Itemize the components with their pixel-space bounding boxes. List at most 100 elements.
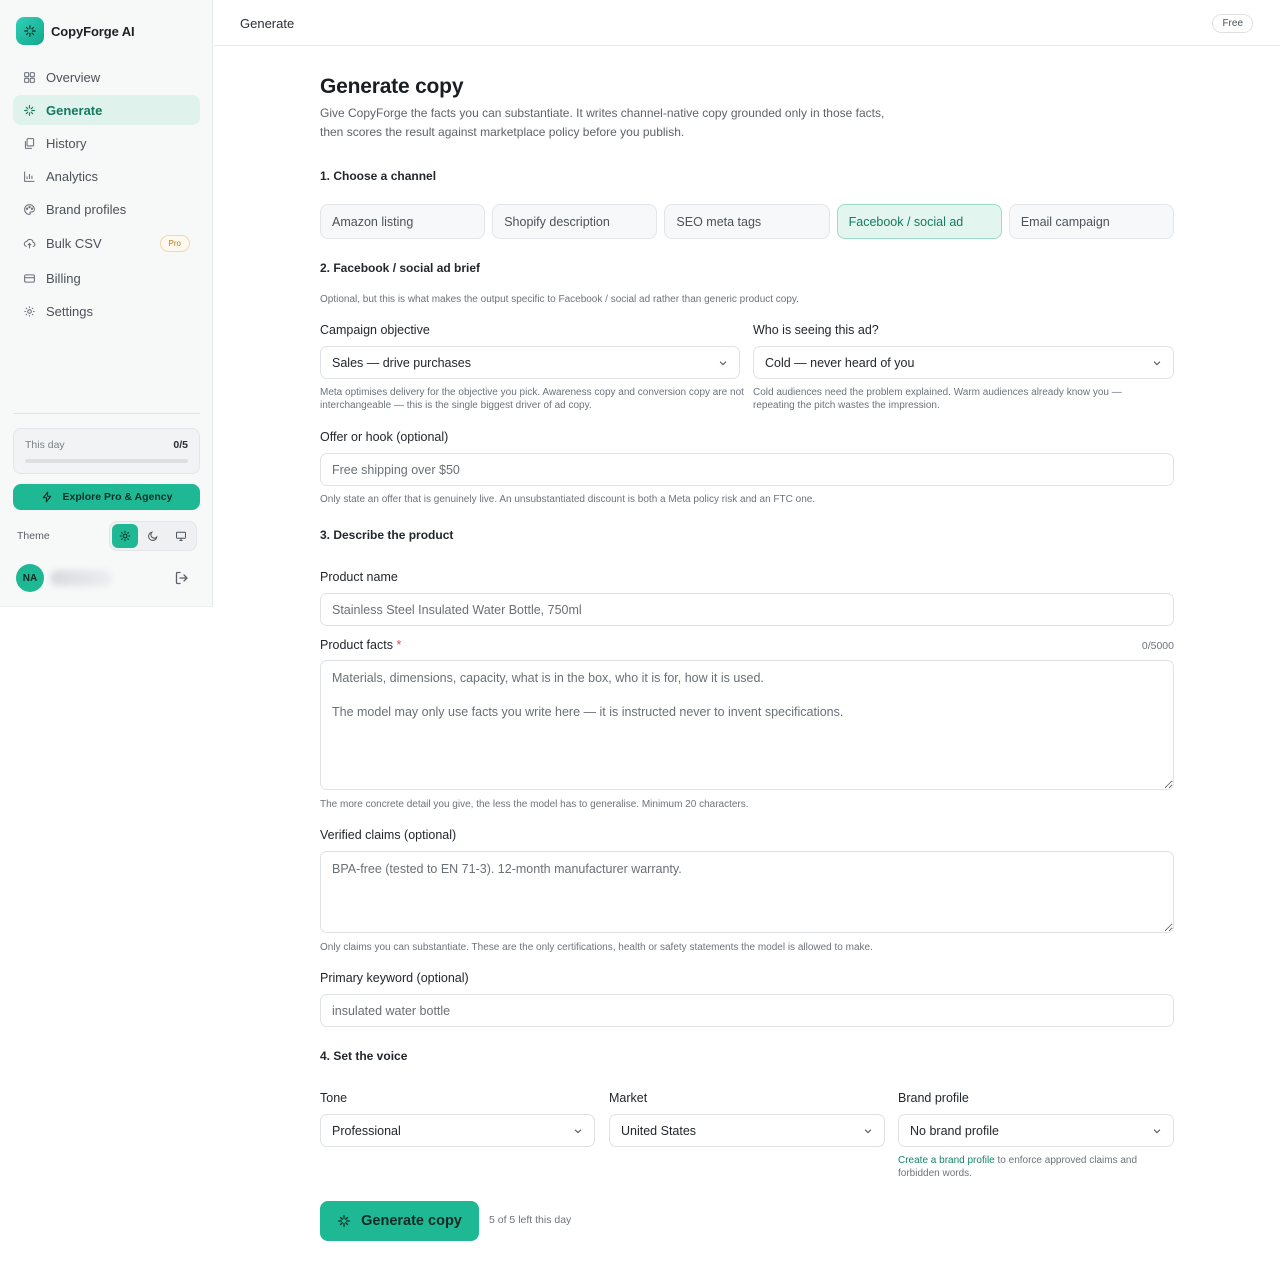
generate-copy-label: Generate copy xyxy=(361,1213,462,1229)
theme-switch xyxy=(109,521,197,551)
upgrade-button[interactable]: Explore Pro & Agency xyxy=(13,484,200,510)
theme-label: Theme xyxy=(17,530,50,542)
sidebar-item-label: History xyxy=(46,135,87,151)
product-facts-textarea[interactable] xyxy=(320,660,1174,790)
tone-value: Professional xyxy=(332,1123,401,1138)
brand-profile-help: Create a brand profile to enforce approv… xyxy=(898,1154,1168,1180)
sparkle-logo-icon xyxy=(16,17,44,45)
sparkle-icon xyxy=(24,104,35,116)
market-value: United States xyxy=(621,1123,697,1138)
market-label: Market xyxy=(609,1091,648,1105)
avatar[interactable]: NA xyxy=(16,564,44,592)
chevron-down-icon xyxy=(1153,361,1161,366)
credit-card-icon xyxy=(24,273,35,283)
user-name-redacted xyxy=(50,570,112,586)
campaign-objective-value: Sales — drive purchases xyxy=(332,355,471,370)
audience-value: Cold — never heard of you xyxy=(765,355,915,370)
sidebar-nav: Overview Generate History Analytics Bran… xyxy=(13,62,200,329)
keyword-input[interactable] xyxy=(320,994,1174,1027)
offer-help: Only state an offer that is genuinely li… xyxy=(320,494,816,505)
topbar: Generate Free xyxy=(214,0,1280,46)
theme-dark-button[interactable] xyxy=(140,524,166,548)
product-name-label: Product name xyxy=(320,570,398,584)
sidebar-item-label: Bulk CSV xyxy=(46,235,102,251)
sidebar-item-generate[interactable]: Generate xyxy=(13,95,200,125)
usage-count: 0/5 xyxy=(173,439,188,451)
channel-shopify-description[interactable]: Shopify description xyxy=(492,204,658,239)
verified-claims-textarea[interactable] xyxy=(320,851,1174,933)
app-name: CopyForge AI xyxy=(51,23,135,39)
upload-cloud-icon xyxy=(23,238,36,248)
keyword-label: Primary keyword (optional) xyxy=(320,971,469,985)
chevron-down-icon xyxy=(719,361,727,366)
user-row: NA xyxy=(16,563,196,593)
step1-title: 1. Choose a channel xyxy=(320,169,437,183)
topbar-title: Generate xyxy=(240,16,295,31)
product-facts-label: Product facts * xyxy=(320,638,402,652)
channel-seo-meta-tags[interactable]: SEO meta tags xyxy=(664,204,830,239)
moon-icon xyxy=(148,531,158,541)
sidebar-item-overview[interactable]: Overview xyxy=(13,62,200,92)
channel-email-campaign[interactable]: Email campaign xyxy=(1008,204,1175,239)
sparkle-icon xyxy=(338,1215,351,1227)
verified-claims-help: Only claims you can substantiate. These … xyxy=(320,942,873,953)
sidebar-item-label: Billing xyxy=(46,270,81,286)
chevron-down-icon xyxy=(864,1129,872,1134)
sidebar-item-settings[interactable]: Settings xyxy=(13,296,200,326)
tone-label: Tone xyxy=(320,1091,348,1105)
market-select[interactable]: United States xyxy=(609,1114,885,1147)
usage-progress-bar xyxy=(25,459,188,463)
required-mark: * xyxy=(396,638,402,652)
product-facts-counter: 0/5000 xyxy=(1141,640,1174,652)
sidebar-item-brand-profiles[interactable]: Brand profiles xyxy=(13,194,200,224)
audience-label: Who is seeing this ad? xyxy=(753,323,879,337)
channel-facebook-social-ad[interactable]: Facebook / social ad xyxy=(836,204,1002,239)
campaign-objective-label: Campaign objective xyxy=(320,323,430,337)
lightning-icon xyxy=(42,491,51,503)
logout-icon[interactable] xyxy=(174,570,190,586)
sidebar-item-history[interactable]: History xyxy=(13,128,200,158)
usage-label: This day xyxy=(25,439,65,451)
page-title: Generate copy xyxy=(320,75,464,98)
channel-amazon-listing[interactable]: Amazon listing xyxy=(320,204,486,239)
grid-icon xyxy=(24,71,35,83)
brand[interactable]: CopyForge AI xyxy=(16,17,135,45)
audience-select[interactable]: Cold — never heard of you xyxy=(753,346,1174,379)
generate-copy-button[interactable]: Generate copy xyxy=(320,1201,479,1241)
chevron-down-icon xyxy=(1153,1129,1161,1134)
sidebar-item-analytics[interactable]: Analytics xyxy=(13,161,200,191)
generations-remaining: 5 of 5 left this day xyxy=(489,1214,572,1226)
tone-select[interactable]: Professional xyxy=(320,1114,595,1147)
brand-profile-value: No brand profile xyxy=(910,1123,999,1138)
sidebar-item-label: Overview xyxy=(46,69,101,85)
brand-profile-select[interactable]: No brand profile xyxy=(898,1114,1174,1147)
sidebar-divider xyxy=(13,413,200,414)
campaign-objective-select[interactable]: Sales — drive purchases xyxy=(320,346,740,379)
sidebar-item-label: Generate xyxy=(46,102,103,118)
gear-icon xyxy=(24,305,35,317)
campaign-objective-help: Meta optimises delivery for the objectiv… xyxy=(320,387,744,411)
sidebar-item-label: Brand profiles xyxy=(46,201,127,217)
audience-help: Cold audiences need the problem explaine… xyxy=(753,387,1122,411)
product-facts-help: The more concrete detail you give, the l… xyxy=(320,799,749,810)
product-name-input[interactable] xyxy=(320,593,1174,626)
sidebar-item-billing[interactable]: Billing xyxy=(13,263,200,293)
plan-badge[interactable]: Free xyxy=(1212,14,1253,33)
sidebar-item-bulk-csv[interactable]: Bulk CSV Pro xyxy=(13,227,200,259)
monitor-icon xyxy=(176,531,186,541)
sun-icon xyxy=(119,530,131,542)
palette-icon xyxy=(24,203,35,215)
chevron-down-icon xyxy=(574,1129,582,1134)
theme-system-button[interactable] xyxy=(168,524,194,548)
upgrade-label: Explore Pro & Agency xyxy=(62,491,173,503)
offer-label: Offer or hook (optional) xyxy=(320,430,449,444)
theme-light-button[interactable] xyxy=(112,524,138,548)
pro-badge: Pro xyxy=(159,234,190,252)
sidebar-item-label: Settings xyxy=(46,303,93,319)
offer-input[interactable] xyxy=(320,453,1174,486)
create-brand-profile-link[interactable]: Create a brand profile xyxy=(898,1155,995,1166)
history-icon xyxy=(24,137,35,149)
page-subtitle: Give CopyForge the facts you can substan… xyxy=(320,106,885,139)
verified-claims-label: Verified claims (optional) xyxy=(320,828,457,842)
theme-row: Theme xyxy=(17,521,197,551)
